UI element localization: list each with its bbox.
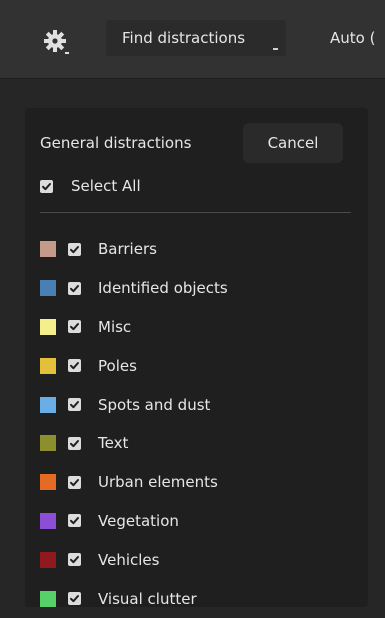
color-swatch xyxy=(40,474,56,491)
color-swatch xyxy=(40,357,56,374)
dropdown-caret-icon xyxy=(273,48,278,50)
auto-button[interactable]: Auto ( xyxy=(330,20,385,56)
color-swatch xyxy=(40,512,56,529)
category-checkbox[interactable] xyxy=(68,475,81,489)
category-label: Vegetation xyxy=(98,511,179,530)
cancel-button[interactable]: Cancel xyxy=(243,123,343,163)
color-swatch xyxy=(40,318,56,335)
select-all-row[interactable]: Select All xyxy=(40,174,141,198)
color-swatch xyxy=(40,280,56,297)
auto-label: Auto ( xyxy=(330,29,376,47)
category-label: Spots and dust xyxy=(98,395,211,414)
category-row[interactable]: Identified objects xyxy=(40,269,360,308)
toolbar: Find distractions Auto ( xyxy=(0,0,385,79)
check-icon xyxy=(70,284,79,292)
check-icon xyxy=(70,362,79,370)
check-icon xyxy=(42,182,51,190)
color-swatch xyxy=(40,551,56,568)
category-label: Text xyxy=(98,434,129,453)
category-checkbox[interactable] xyxy=(68,242,81,256)
category-checkbox[interactable] xyxy=(68,320,81,334)
category-row[interactable]: Misc xyxy=(40,308,360,347)
category-label: Visual clutter xyxy=(98,589,197,608)
category-label: Vehicles xyxy=(98,550,160,569)
color-swatch xyxy=(40,590,56,607)
divider xyxy=(40,212,351,213)
category-row[interactable]: Visual clutter xyxy=(40,579,360,618)
category-checkbox[interactable] xyxy=(68,436,81,450)
panel-title: General distractions xyxy=(40,134,192,152)
category-checkbox[interactable] xyxy=(68,359,81,373)
color-swatch xyxy=(40,435,56,452)
check-icon xyxy=(70,245,79,254)
category-label: Barriers xyxy=(98,240,157,259)
category-checkbox[interactable] xyxy=(68,553,81,567)
category-label: Poles xyxy=(98,356,137,375)
category-row[interactable]: Spots and dust xyxy=(40,385,360,424)
gear-icon[interactable] xyxy=(40,26,70,56)
check-icon xyxy=(70,439,79,448)
find-distractions-button[interactable]: Find distractions xyxy=(106,20,286,56)
color-swatch xyxy=(40,396,56,413)
category-row[interactable]: Text xyxy=(40,424,360,463)
category-row[interactable]: Barriers xyxy=(40,230,360,269)
select-all-label: Select All xyxy=(71,177,141,195)
category-label: Identified objects xyxy=(98,279,228,298)
check-icon xyxy=(70,401,79,409)
check-icon xyxy=(70,517,79,525)
category-label: Urban elements xyxy=(98,473,218,492)
category-row[interactable]: Poles xyxy=(40,346,360,385)
check-icon xyxy=(70,595,79,603)
check-icon xyxy=(70,323,79,331)
check-icon xyxy=(70,478,79,486)
check-icon xyxy=(70,556,79,564)
category-checkbox[interactable] xyxy=(68,281,81,295)
distractions-panel: General distractions Cancel Select All B… xyxy=(25,108,368,608)
category-row[interactable]: Vehicles xyxy=(40,540,360,579)
select-all-checkbox[interactable] xyxy=(40,179,53,193)
category-checkbox[interactable] xyxy=(68,398,81,412)
category-row[interactable]: Vegetation xyxy=(40,502,360,541)
find-distractions-label: Find distractions xyxy=(122,29,246,47)
category-checkbox[interactable] xyxy=(68,592,81,606)
category-label: Misc xyxy=(98,317,132,336)
color-swatch xyxy=(40,241,56,258)
category-row[interactable]: Urban elements xyxy=(40,463,360,502)
category-checkbox[interactable] xyxy=(68,514,81,528)
category-list: Barriers Identified objects Misc Poles Spots… xyxy=(40,230,360,618)
